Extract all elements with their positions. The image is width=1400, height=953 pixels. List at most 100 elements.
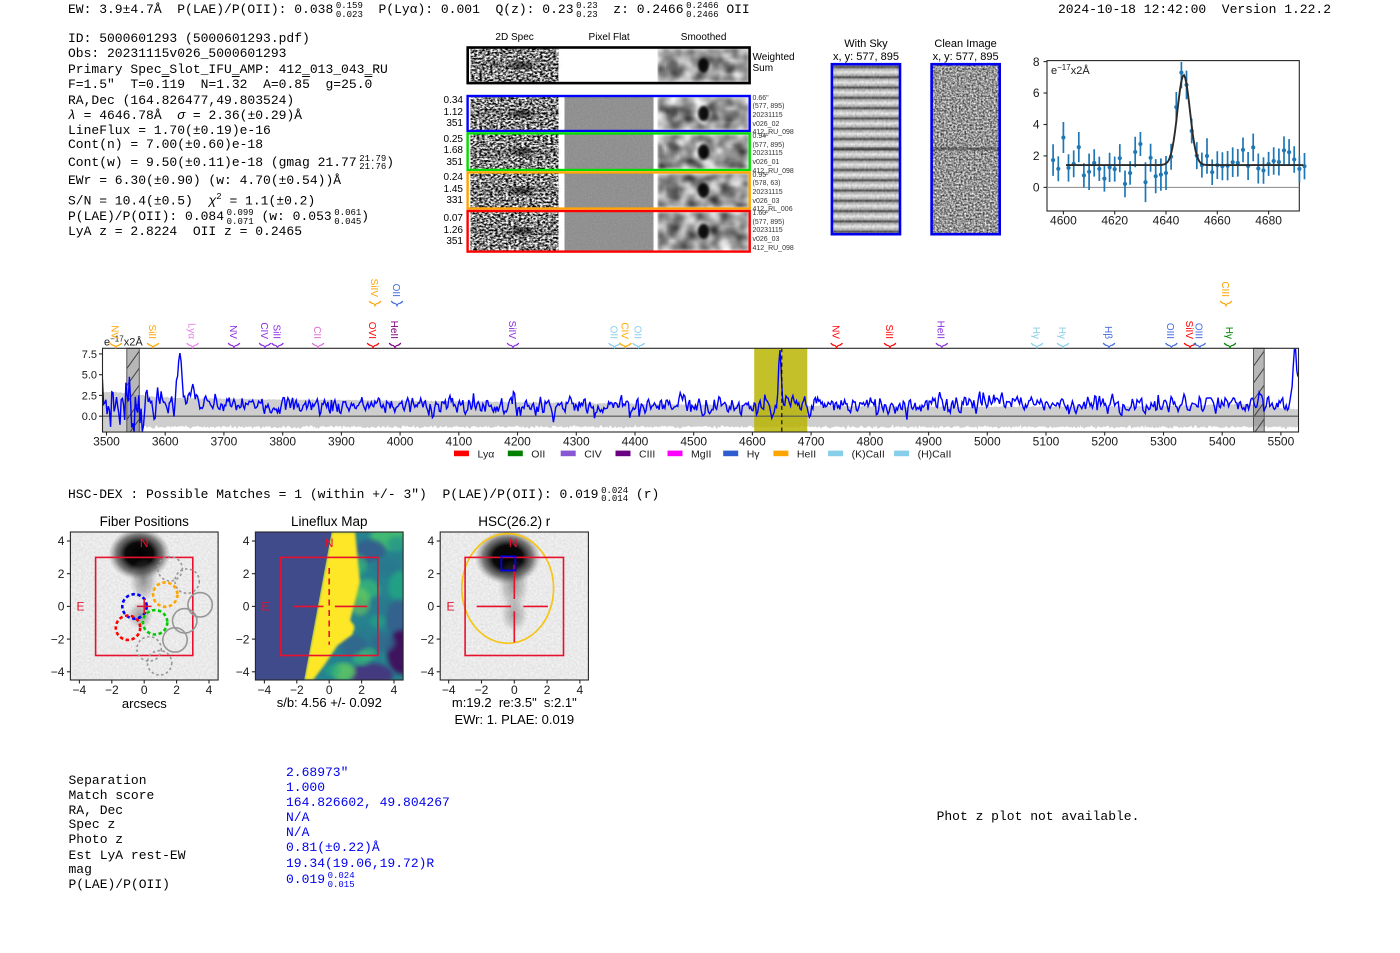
svg-text:2.5: 2.5 — [82, 390, 97, 402]
svg-text:−4: −4 — [73, 683, 87, 697]
svg-text:−2: −2 — [236, 632, 250, 646]
svg-text:6: 6 — [1033, 86, 1040, 100]
svg-text:OII: OII — [390, 284, 401, 297]
svg-text:4400: 4400 — [622, 435, 649, 449]
svg-text:4: 4 — [58, 534, 65, 548]
svg-text:4000: 4000 — [387, 435, 414, 449]
svg-text:(K)CaII: (K)CaII — [852, 448, 885, 460]
svg-text:4: 4 — [206, 683, 213, 697]
svg-text:2: 2 — [58, 567, 65, 581]
svg-text:5500: 5500 — [1268, 435, 1295, 449]
svg-text:SiIV: SiIV — [506, 321, 517, 340]
svg-text:CIV: CIV — [584, 448, 602, 460]
svg-text:CIII: CIII — [1219, 281, 1230, 297]
svg-text:Hγ: Hγ — [747, 448, 761, 460]
svg-text:CIV: CIV — [258, 322, 269, 339]
svg-text:4600: 4600 — [1050, 214, 1077, 228]
svg-text:Hγ: Hγ — [1223, 327, 1234, 339]
svg-text:3500: 3500 — [93, 435, 120, 449]
svg-text:SiII: SiII — [270, 325, 281, 339]
svg-text:0: 0 — [141, 683, 148, 697]
svg-text:HeII: HeII — [388, 321, 399, 339]
svg-text:0: 0 — [428, 600, 435, 614]
svg-text:5400: 5400 — [1209, 435, 1236, 449]
svg-text:8: 8 — [1033, 55, 1040, 69]
svg-text:OII: OII — [607, 326, 618, 339]
svg-text:4: 4 — [243, 534, 250, 548]
svg-text:3600: 3600 — [152, 435, 179, 449]
svg-text:0: 0 — [1033, 181, 1040, 195]
svg-text:4100: 4100 — [445, 435, 472, 449]
svg-text:SiIV: SiIV — [368, 279, 379, 298]
svg-text:4640: 4640 — [1153, 214, 1180, 228]
svg-text:4: 4 — [428, 534, 435, 548]
svg-text:N: N — [325, 536, 334, 550]
svg-text:2: 2 — [243, 567, 250, 581]
svg-text:0.0: 0.0 — [82, 411, 97, 423]
svg-text:4700: 4700 — [798, 435, 825, 449]
svg-text:4: 4 — [1033, 118, 1040, 132]
svg-text:CIV: CIV — [618, 322, 629, 339]
svg-text:E: E — [446, 600, 454, 614]
svg-text:3700: 3700 — [211, 435, 238, 449]
svg-text:0: 0 — [243, 600, 250, 614]
svg-text:E: E — [261, 600, 269, 614]
svg-text:4620: 4620 — [1101, 214, 1128, 228]
svg-text:−2: −2 — [105, 683, 119, 697]
svg-text:SiIV: SiIV — [1183, 321, 1194, 340]
svg-text:(H)CaII: (H)CaII — [918, 448, 952, 460]
svg-text:−2: −2 — [51, 632, 65, 646]
svg-text:5100: 5100 — [1033, 435, 1060, 449]
svg-text:OII: OII — [531, 448, 545, 460]
svg-text:e−17x2Å: e−17x2Å — [1051, 63, 1090, 77]
svg-text:NV: NV — [829, 325, 840, 339]
svg-text:E: E — [76, 600, 84, 614]
svg-text:5200: 5200 — [1091, 435, 1118, 449]
svg-text:4800: 4800 — [857, 435, 884, 449]
svg-text:OII: OII — [631, 326, 642, 339]
svg-text:OIII: OIII — [1164, 323, 1175, 339]
svg-text:MgII: MgII — [691, 448, 711, 460]
svg-text:0: 0 — [58, 600, 65, 614]
svg-text:4900: 4900 — [915, 435, 942, 449]
svg-text:4600: 4600 — [739, 435, 766, 449]
svg-text:2: 2 — [173, 683, 180, 697]
svg-text:5300: 5300 — [1150, 435, 1177, 449]
svg-text:OVI: OVI — [366, 322, 377, 339]
svg-text:4680: 4680 — [1255, 214, 1282, 228]
svg-text:NV: NV — [109, 325, 120, 339]
svg-text:−2: −2 — [421, 632, 435, 646]
svg-text:−4: −4 — [421, 665, 435, 679]
svg-text:3900: 3900 — [328, 435, 355, 449]
svg-text:4300: 4300 — [563, 435, 590, 449]
svg-text:CII: CII — [311, 326, 322, 339]
svg-text:4: 4 — [577, 683, 584, 697]
svg-text:CIII: CIII — [639, 448, 655, 460]
svg-text:−4: −4 — [236, 665, 250, 679]
svg-text:Lyα: Lyα — [478, 448, 495, 460]
svg-text:OIII: OIII — [1193, 323, 1204, 339]
svg-text:Hγ: Hγ — [1030, 327, 1041, 339]
svg-text:4200: 4200 — [504, 435, 531, 449]
svg-text:SiII: SiII — [146, 325, 157, 339]
svg-text:4: 4 — [391, 683, 398, 697]
svg-text:SiII: SiII — [883, 325, 894, 339]
svg-text:N: N — [509, 536, 518, 550]
svg-text:−4: −4 — [51, 665, 65, 679]
svg-text:HeII: HeII — [935, 321, 946, 339]
svg-text:Hβ: Hβ — [1102, 326, 1113, 339]
svg-text:N: N — [140, 536, 149, 550]
svg-text:7.5: 7.5 — [82, 349, 97, 361]
svg-text:5000: 5000 — [974, 435, 1001, 449]
svg-text:HeII: HeII — [797, 448, 816, 460]
svg-text:2: 2 — [428, 567, 435, 581]
svg-text:NV: NV — [227, 325, 238, 339]
svg-text:−4: −4 — [258, 683, 272, 697]
svg-text:Lyα: Lyα — [185, 323, 196, 339]
svg-text:2: 2 — [1033, 149, 1040, 163]
svg-text:4500: 4500 — [680, 435, 707, 449]
svg-text:5.0: 5.0 — [82, 370, 97, 382]
svg-text:4660: 4660 — [1204, 214, 1231, 228]
svg-text:3800: 3800 — [269, 435, 296, 449]
svg-text:Hγ: Hγ — [1056, 327, 1067, 339]
